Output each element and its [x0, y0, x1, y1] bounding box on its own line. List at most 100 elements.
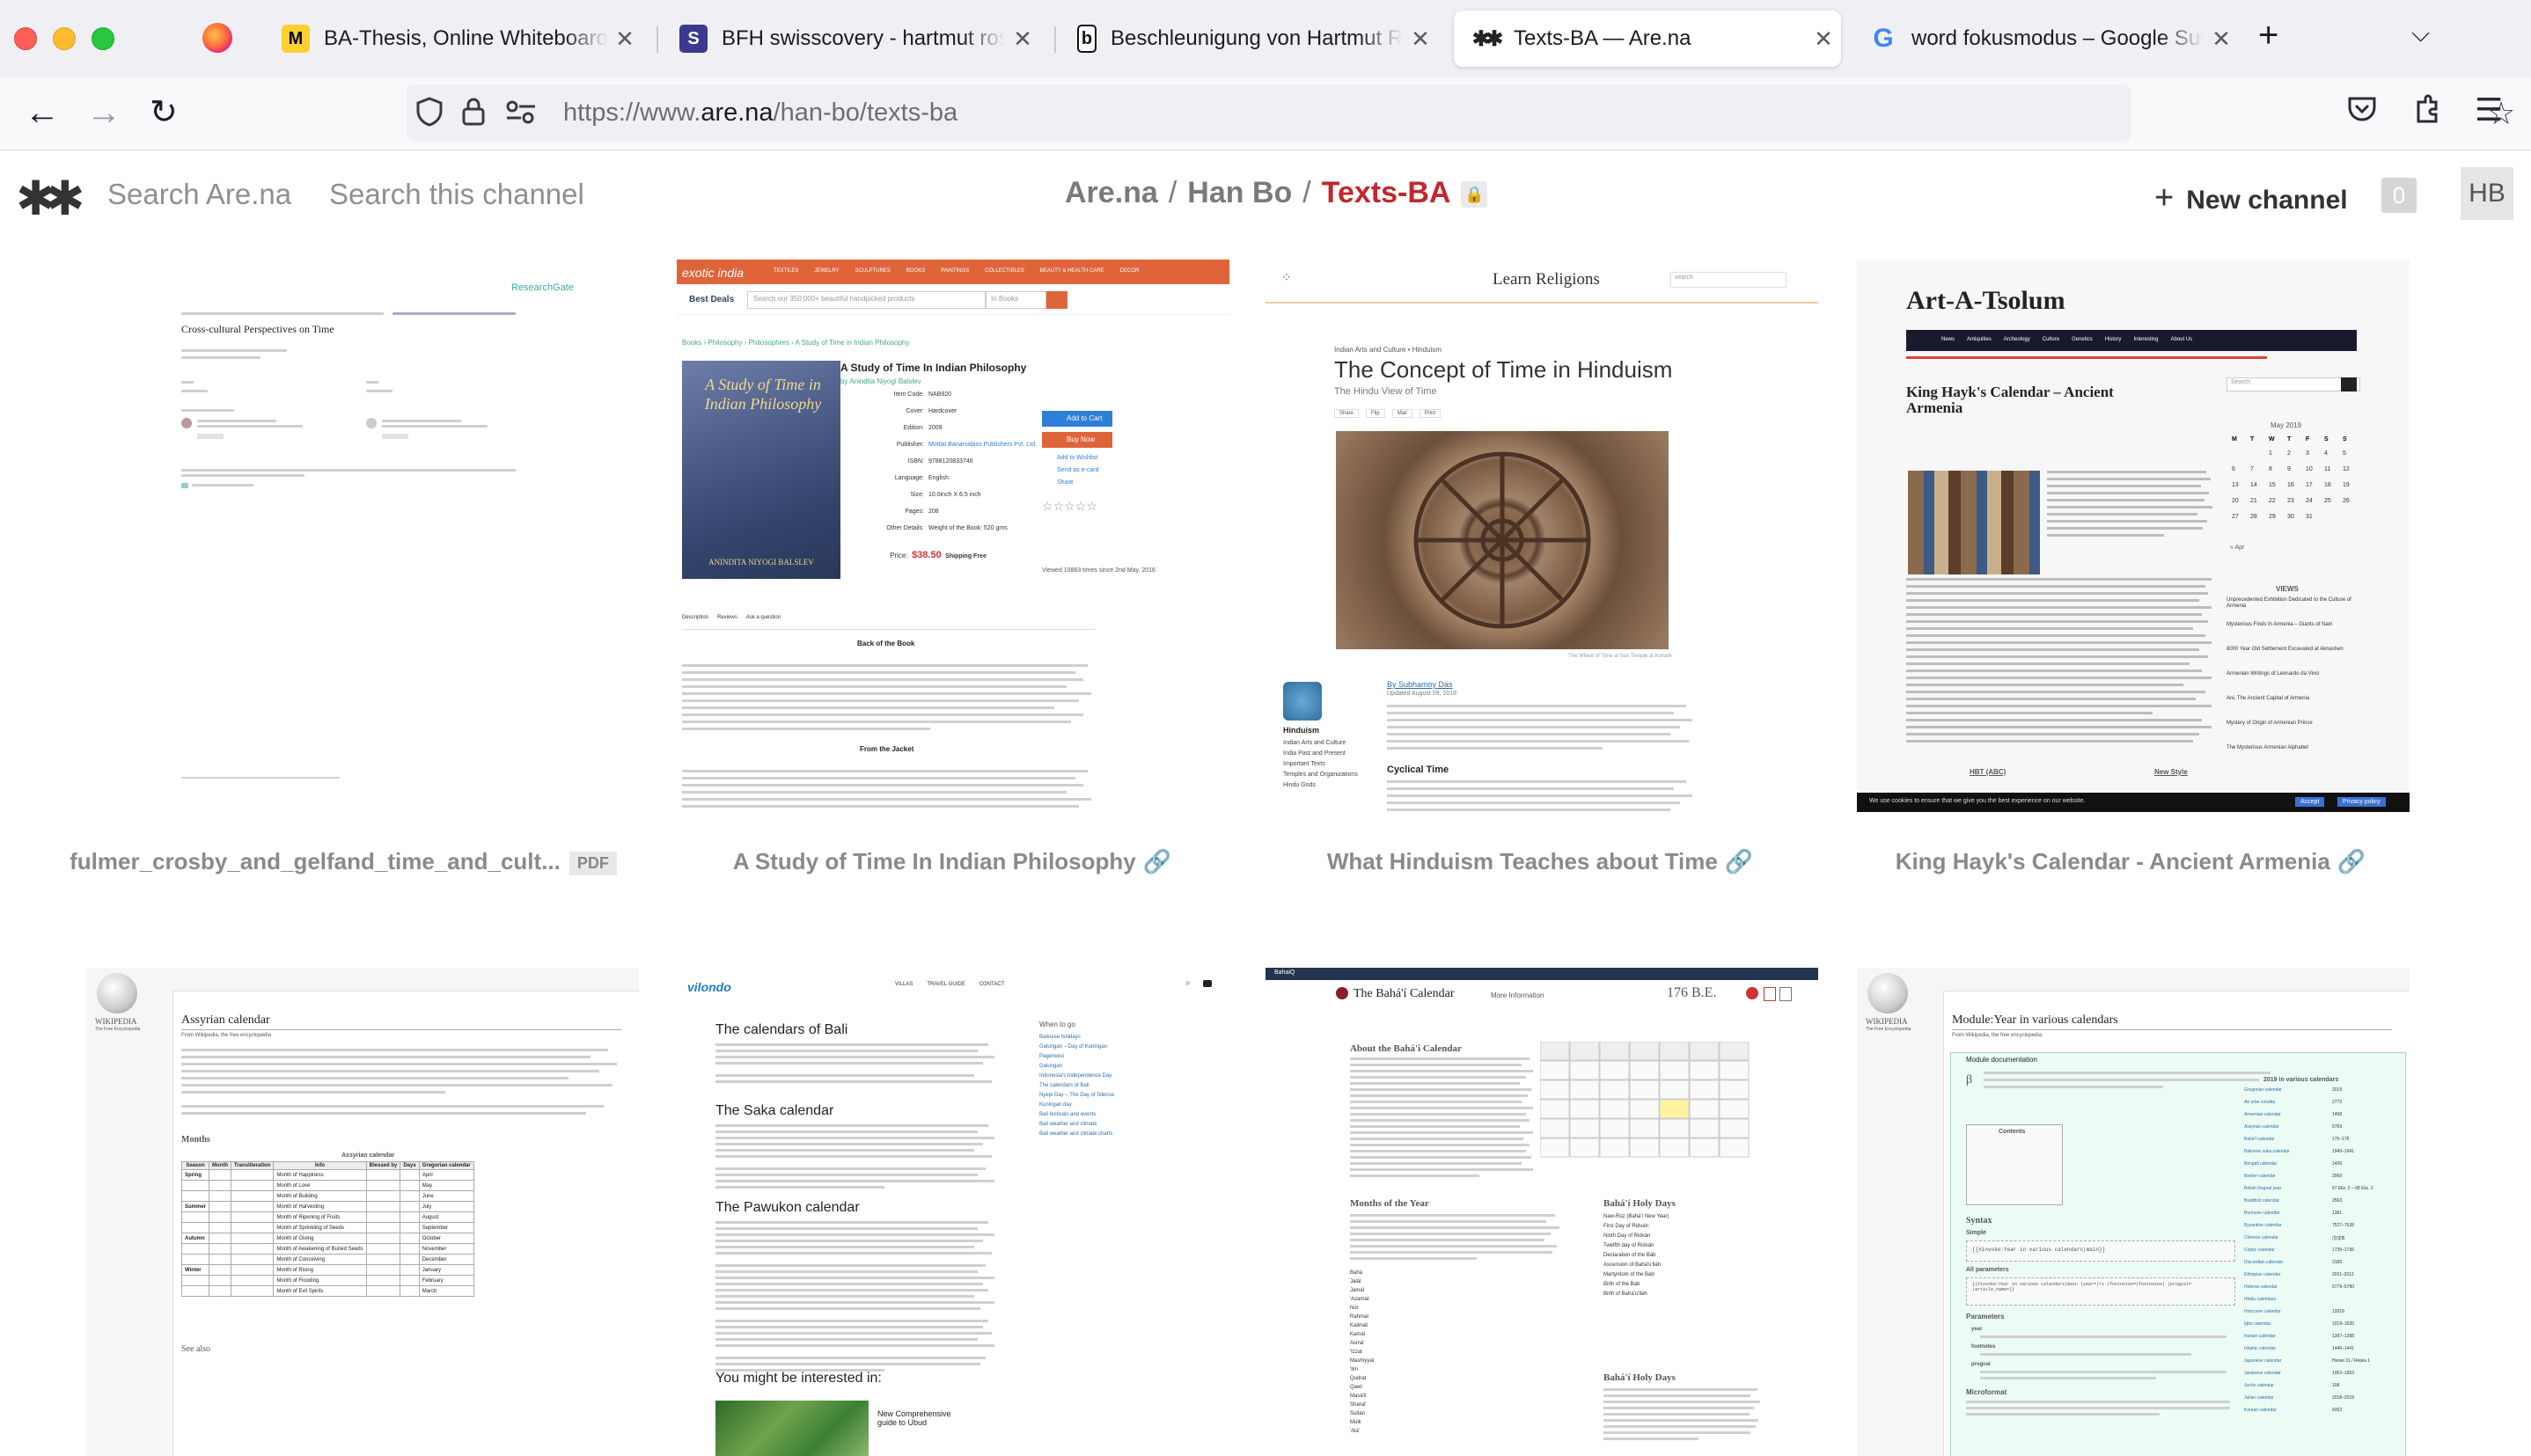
text-line: [682, 692, 1092, 695]
forward-arrow-icon[interactable]: →: [86, 91, 121, 134]
arena-logo-icon[interactable]: ✱✱: [16, 171, 84, 226]
table-cell: [365, 1243, 401, 1255]
list-item: Pagerwesi: [1039, 1054, 1065, 1059]
back-arrow-icon[interactable]: ←: [25, 91, 60, 134]
breadcrumb-user[interactable]: Han Bo: [1187, 176, 1292, 209]
calendar-value: 1468: [2332, 1112, 2343, 1117]
table-cell: September: [418, 1222, 474, 1233]
nav-item: DECOR: [1119, 268, 1140, 274]
table-cell: [180, 1180, 210, 1191]
list-item: Birth of Bahá'u'lláh: [1603, 1291, 1647, 1297]
tab-close-icon[interactable]: ✕: [607, 26, 642, 53]
block-title[interactable]: fulmer_crosby_and_gelfand_time_and_cult.…: [53, 848, 634, 875]
wikipedia-globe-icon: [97, 973, 137, 1013]
list-item: Jalál: [1350, 1279, 1361, 1284]
address-bar[interactable]: https://www.are.na/han-bo/texts-ba ☆: [407, 84, 2515, 141]
text-line: [1387, 780, 1686, 783]
block-title[interactable]: A Study of Time In Indian Philosophy 🔗: [662, 848, 1243, 875]
calendar-value: 108: [2332, 1383, 2340, 1388]
calendar-cell: [1599, 1118, 1630, 1138]
text-line: [715, 1338, 978, 1341]
calendar-value: Heisei 31 / Reiwa 1: [2332, 1358, 2371, 1364]
table-cell: March: [418, 1285, 474, 1297]
new-tab-button[interactable]: +: [2258, 16, 2278, 55]
block-title[interactable]: King Hayk's Calendar - Ancient Armenia 🔗: [1840, 848, 2421, 875]
browser-tab-arena[interactable]: ✱✱ Texts-BA — Are.na ✕: [1454, 11, 1841, 67]
text-line: [1350, 1107, 1533, 1109]
browser-tab-beschleunigung[interactable]: b Beschleunigung von Hartmut Rosa ✕: [1060, 11, 1438, 67]
channel-block[interactable]: exotic india TEXTILES JEWELRY SCULPTURES BO…: [677, 260, 1229, 812]
window-maximize-button[interactable]: [92, 27, 114, 50]
pocket-icon[interactable]: [2346, 93, 2378, 129]
detail-value: Hardcover: [928, 408, 957, 414]
tracking-shield-icon[interactable]: [415, 97, 444, 134]
tab-close-icon[interactable]: ✕: [1403, 26, 1438, 53]
calendar-value: 1426: [2332, 1161, 2343, 1167]
table-header: Blessed by: [365, 1161, 401, 1170]
text-line: [1350, 1220, 1547, 1223]
text-line: [715, 1357, 987, 1359]
permissions-icon[interactable]: [505, 97, 537, 134]
calendar-value: 1019–1020: [2332, 1321, 2355, 1327]
url-text[interactable]: https://www.are.na/han-bo/texts-ba: [563, 99, 957, 128]
text-line: [1603, 1388, 1757, 1391]
channel-block[interactable]: ResearchGate Cross-cultural Perspectives…: [172, 260, 725, 812]
browser-tab-google[interactable]: G word fokusmodus – Google Suche ✕: [1852, 11, 2239, 67]
extensions-icon[interactable]: [2411, 93, 2443, 129]
channel-block[interactable]: BahaiQ The Bahá'í Calendar More Informat…: [1266, 968, 1818, 1456]
table-cell: Month of Flooding: [273, 1275, 367, 1286]
search-arena-input[interactable]: Search Are.na: [107, 178, 291, 211]
table-cell: [180, 1243, 210, 1255]
channel-block[interactable]: ⁘ Learn Religions search Indian Arts and…: [1266, 260, 1818, 812]
menu-hamburger-icon[interactable]: ☰: [2475, 91, 2503, 128]
breadcrumb-channel[interactable]: Texts-BA: [1322, 176, 1451, 209]
list-item: Important Texts: [1283, 761, 1325, 767]
channel-block[interactable]: Art-A-Tsolum News Antiquities Archeology Cu…: [1857, 260, 2410, 812]
table-cell: [180, 1190, 210, 1202]
firefox-view-icon[interactable]: [202, 23, 232, 53]
text-line: [1906, 655, 2208, 658]
text-line: [715, 1124, 989, 1127]
text-line: [1387, 705, 1686, 707]
text-line: [682, 777, 1075, 779]
table-header: Transliteration: [231, 1161, 275, 1170]
reload-icon[interactable]: ↻: [150, 91, 178, 134]
list-item: Bali weather and climate: [1039, 1122, 1097, 1127]
calendar-name: Igbo calendar: [2244, 1321, 2271, 1327]
notification-count-badge[interactable]: 0: [2381, 178, 2417, 213]
browser-tab-swisscovery[interactable]: S BFH swisscovery - hartmut rosa ✕: [662, 11, 1040, 67]
user-avatar[interactable]: HB: [2461, 167, 2513, 220]
tab-title: BFH swisscovery - hartmut rosa: [722, 26, 1005, 50]
breadcrumb-site[interactable]: Are.na: [1065, 176, 1158, 209]
list-item: Rahmat: [1350, 1314, 1369, 1320]
calendar-cell: [1569, 1042, 1600, 1061]
search-channel-input[interactable]: Search this channel: [329, 178, 584, 211]
block-title[interactable]: What Hinduism Teaches about Time 🔗: [1250, 848, 1830, 875]
text-line: [2047, 492, 2210, 494]
calendar-day: 9: [2287, 466, 2291, 472]
calendar-cell: [1599, 1138, 1630, 1158]
text-line: [2047, 471, 2206, 473]
channel-block[interactable]: WIKIPEDIA The Free Encyclopedia Assyrian…: [86, 968, 639, 1456]
lock-icon[interactable]: [461, 97, 486, 134]
share-button: Mail: [1391, 409, 1412, 418]
text-line: [1387, 740, 1689, 743]
table-cell: Month of Happiness: [273, 1169, 367, 1181]
tab-close-icon[interactable]: ✕: [1005, 26, 1040, 53]
window-minimize-button[interactable]: [53, 27, 76, 50]
tab-close-icon[interactable]: ✕: [1806, 26, 1841, 53]
list-tabs-chevron-icon[interactable]: ⌵: [2411, 19, 2430, 48]
channel-block[interactable]: vilondo VILLAS TRAVEL GUIDE CONTACT ⌕ The …: [677, 968, 1229, 1456]
tab-close-icon[interactable]: ✕: [2204, 26, 2239, 53]
channel-block[interactable]: WIKIPEDIA The Free Encyclopedia ModuleTa…: [1857, 968, 2410, 1456]
window-close-button[interactable]: [14, 27, 37, 50]
text-line: [715, 1221, 989, 1224]
text-line: [181, 1091, 445, 1094]
table-cell: [231, 1254, 275, 1265]
new-channel-button[interactable]: + New channel: [2154, 179, 2348, 217]
calendar-cell: [1540, 1099, 1570, 1119]
browser-tab-miro[interactable]: M BA-Thesis, Online Whiteboard for Visua…: [264, 11, 642, 67]
weekday-label: S: [2324, 436, 2329, 443]
text-line: [1350, 1239, 1544, 1241]
calendar-value: 2019: [2332, 1087, 2343, 1093]
